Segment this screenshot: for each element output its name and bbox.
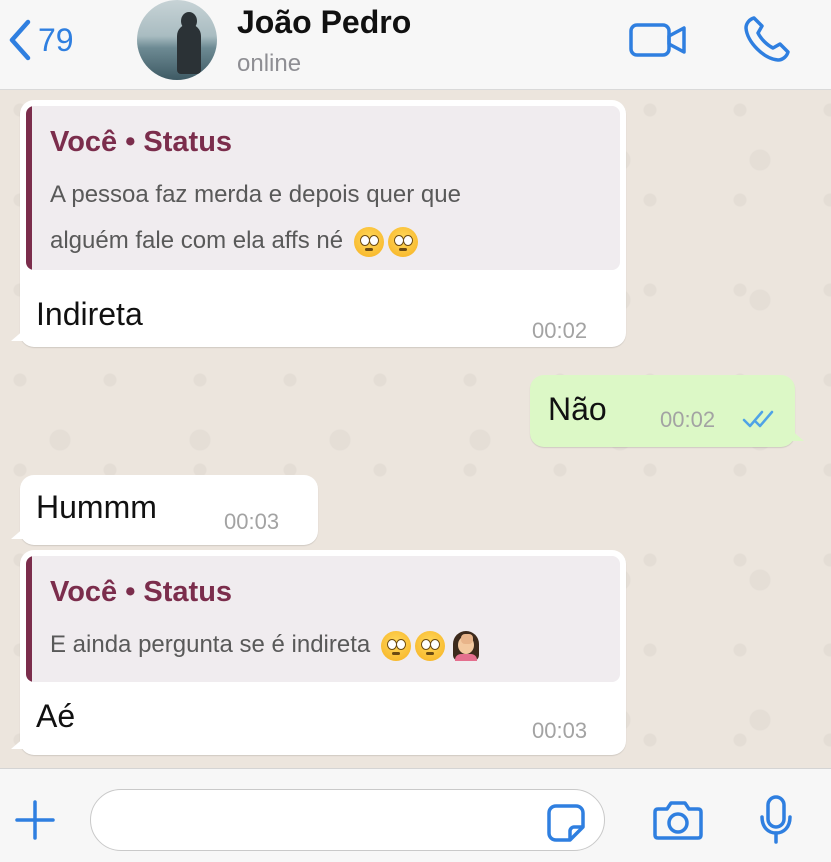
chevron-left-icon bbox=[9, 19, 31, 61]
quote-text-line: alguém fale com ela affs né bbox=[50, 227, 344, 254]
message-time: 00:02 bbox=[532, 318, 588, 343]
quote-text: A pessoa faz merda e depois quer que alg… bbox=[50, 172, 604, 264]
message-bubble-incoming[interactable]: Você • Status E ainda pergunta se é indi… bbox=[11, 550, 626, 755]
message-bubble-incoming[interactable]: Hummm 00:03 bbox=[11, 475, 318, 545]
quote-author: Você • Status bbox=[50, 576, 233, 608]
message-time: 00:03 bbox=[532, 718, 588, 743]
voice-message-button[interactable] bbox=[758, 795, 794, 850]
composer-bar bbox=[0, 768, 831, 862]
avatar[interactable] bbox=[137, 0, 217, 80]
message-time: 00:03 bbox=[224, 509, 280, 534]
chat-area[interactable]: Você • Status A pessoa faz merda e depoi… bbox=[0, 90, 831, 768]
camera-button[interactable] bbox=[652, 799, 704, 846]
message-bubble-outgoing[interactable]: Não 00:02 bbox=[530, 375, 804, 447]
camera-icon bbox=[653, 801, 703, 840]
message-text: Aé bbox=[36, 698, 76, 734]
phone-icon bbox=[744, 16, 790, 62]
sticker-icon bbox=[547, 804, 585, 842]
double-check-icon bbox=[742, 410, 774, 428]
attach-button[interactable] bbox=[14, 799, 56, 846]
message-time: 00:02 bbox=[660, 407, 716, 432]
rolling-eyes-emoji-icon bbox=[353, 226, 384, 257]
quote-text: E ainda pergunta se é indireta bbox=[50, 622, 604, 668]
message-text: Hummm bbox=[36, 489, 157, 525]
quote-text-line: A pessoa faz merda e depois quer que bbox=[50, 181, 461, 208]
message-text: Indireta bbox=[36, 296, 143, 332]
message-input[interactable] bbox=[90, 789, 605, 851]
quote-text-line: E ainda pergunta se é indireta bbox=[50, 631, 371, 658]
chat-header: 79 João Pedro online bbox=[0, 0, 831, 90]
contact-name[interactable]: João Pedro bbox=[237, 4, 411, 41]
microphone-icon bbox=[760, 795, 792, 844]
back-button[interactable]: 79 bbox=[0, 14, 74, 66]
quote-bar bbox=[26, 556, 32, 682]
message-text: Não bbox=[548, 391, 607, 427]
quote-bar bbox=[26, 106, 32, 270]
rolling-eyes-emoji-icon bbox=[387, 226, 418, 257]
rolling-eyes-emoji-icon bbox=[414, 630, 445, 661]
video-call-button[interactable] bbox=[628, 20, 690, 65]
rolling-eyes-emoji-icon bbox=[380, 630, 411, 661]
video-camera-icon bbox=[629, 23, 686, 57]
contact-status: online bbox=[237, 50, 302, 77]
quote-author: Você • Status bbox=[50, 126, 233, 158]
sticker-button[interactable] bbox=[546, 803, 586, 848]
voice-call-button[interactable] bbox=[740, 12, 794, 71]
unread-count: 79 bbox=[38, 21, 74, 58]
plus-icon bbox=[15, 800, 55, 840]
message-bubble-incoming[interactable]: Você • Status A pessoa faz merda e depoi… bbox=[11, 100, 626, 347]
woman-facepalming-emoji-icon bbox=[451, 630, 481, 661]
quoted-status[interactable]: Você • Status E ainda pergunta se é indi… bbox=[26, 556, 620, 682]
quoted-status[interactable]: Você • Status A pessoa faz merda e depoi… bbox=[26, 106, 620, 270]
